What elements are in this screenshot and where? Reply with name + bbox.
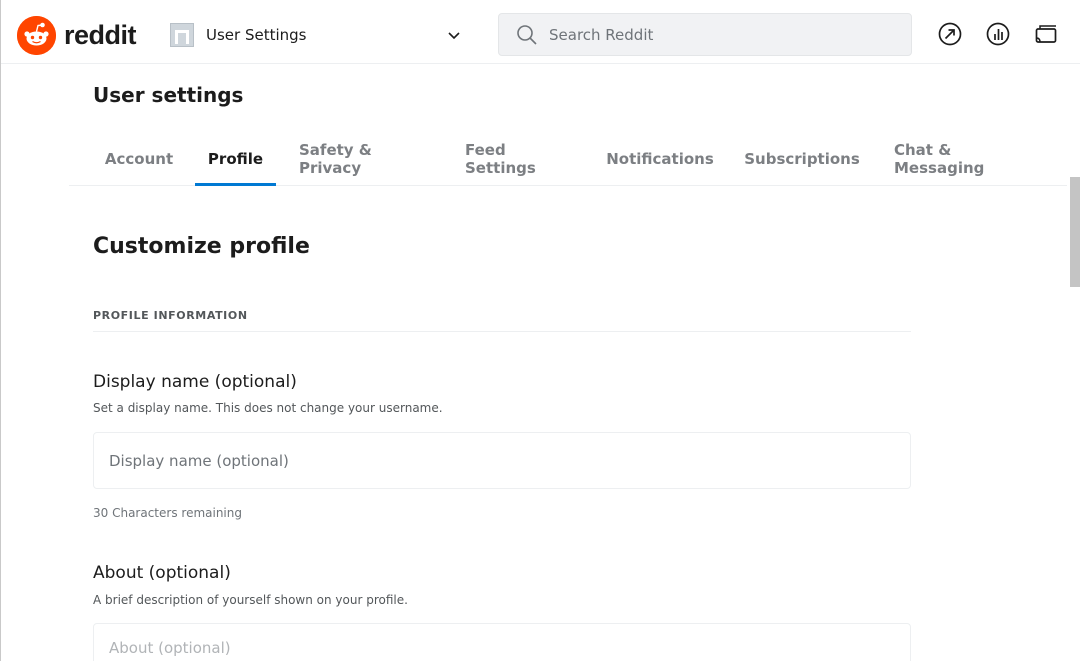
logo-wordmark: reddit [64,19,137,50]
tab-account[interactable]: Account [105,136,173,186]
app-frame: reddit User Settings Search Reddit User … [0,0,1080,661]
tab-feed-settings[interactable]: Feed Settings [465,136,572,186]
chevron-down-icon [448,32,460,40]
top-header: reddit User Settings [1,0,1080,64]
search-bar[interactable] [498,13,912,56]
about-input[interactable] [93,623,911,661]
search-input[interactable] [549,25,879,44]
display-name-title: Display name (optional) [93,372,297,392]
display-name-input[interactable] [93,432,911,489]
about-title: About (optional) [93,563,231,583]
tab-subscriptions[interactable]: Subscriptions [744,136,860,186]
section-divider [93,331,911,332]
scrollbar-thumb[interactable] [1070,177,1080,287]
section-title: Customize profile [93,234,310,259]
reddit-logo[interactable]: reddit [17,15,137,55]
about-description: A brief description of yourself shown on… [93,593,408,607]
settings-tabs: Account Profile Safety & Privacy Feed Se… [69,136,1069,186]
stats-icon[interactable] [985,21,1011,47]
popular-icon[interactable] [937,21,963,47]
tab-notifications[interactable]: Notifications [606,136,714,186]
character-counter: 30 Characters remaining [93,506,242,520]
user-settings-icon [170,23,194,47]
tab-safety-privacy[interactable]: Safety & Privacy [299,136,427,186]
scrollbar-track[interactable] [1067,64,1080,661]
tab-chat-messaging[interactable]: Chat & Messaging [894,136,1033,186]
search-icon [517,24,537,45]
section-label: PROFILE INFORMATION [93,309,248,322]
community-label: User Settings [206,26,307,44]
page-title: User settings [93,83,244,107]
tab-profile[interactable]: Profile [195,136,276,186]
reddit-snoo-icon [17,15,56,55]
display-name-description: Set a display name. This does not change… [93,401,443,415]
community-switcher[interactable]: User Settings [166,15,476,55]
cast-icon[interactable] [1033,21,1059,47]
header-actions [937,21,1059,47]
